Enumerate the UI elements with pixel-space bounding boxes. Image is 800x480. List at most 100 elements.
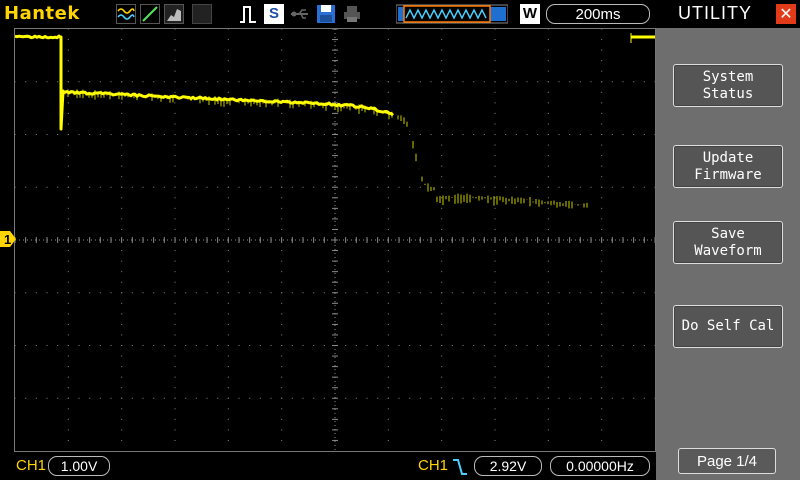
grid-dot xyxy=(271,292,272,293)
grid-dot xyxy=(228,50,229,51)
grid-dot xyxy=(281,229,282,230)
grid-dot xyxy=(36,398,37,399)
grid-dot xyxy=(292,398,293,399)
grid-dot xyxy=(601,145,602,146)
grid-dot xyxy=(441,155,442,156)
grid-dot xyxy=(228,187,229,188)
grid-dot xyxy=(153,134,154,135)
grid-dot xyxy=(601,123,602,124)
grid-dot xyxy=(356,187,357,188)
grid-dot xyxy=(164,398,165,399)
grid-dot xyxy=(495,345,496,346)
grid-dot xyxy=(281,250,282,251)
trigger-level-readout[interactable]: 2.92V xyxy=(474,456,542,476)
waveform-mode-icon[interactable] xyxy=(116,4,136,24)
grid-dot xyxy=(303,345,304,346)
timebase-readout[interactable]: 200ms xyxy=(546,4,650,24)
grid-dot xyxy=(121,187,122,188)
grid-dot xyxy=(388,419,389,420)
line-mode-icon[interactable] xyxy=(140,4,160,24)
s-icon[interactable]: S xyxy=(264,4,284,24)
grid-dot xyxy=(228,345,229,346)
save-waveform-button[interactable]: Save Waveform xyxy=(673,221,783,264)
grid-dot xyxy=(441,197,442,198)
grid-dot xyxy=(495,377,496,378)
grid-dot xyxy=(68,419,69,420)
save-disk-icon[interactable] xyxy=(316,4,336,24)
grid-dot xyxy=(68,229,69,230)
persist-icon[interactable] xyxy=(164,4,184,24)
trigger-run-icon[interactable] xyxy=(238,4,258,24)
grid-dot xyxy=(185,398,186,399)
grid-dot xyxy=(495,102,496,103)
grid-dot xyxy=(175,145,176,146)
grid-dot xyxy=(601,429,602,430)
grid-dot xyxy=(15,81,16,82)
grid-dot xyxy=(388,313,389,314)
grid-dot xyxy=(388,197,389,198)
grid-dot xyxy=(441,366,442,367)
grid-dot xyxy=(495,419,496,420)
grid-dot xyxy=(228,282,229,283)
grid-dot xyxy=(217,81,218,82)
grid-dot xyxy=(601,408,602,409)
grid-dot xyxy=(121,408,122,409)
grid-dot xyxy=(409,398,410,399)
grid-dot xyxy=(207,345,208,346)
grid-dot xyxy=(228,166,229,167)
grid-dot xyxy=(452,81,453,82)
grid-dot xyxy=(324,292,325,293)
grid-dot xyxy=(463,134,464,135)
waveform-display xyxy=(14,28,656,452)
grid-dot xyxy=(79,134,80,135)
ch1-ground-marker[interactable]: 1 xyxy=(0,229,16,249)
grid-dot xyxy=(175,271,176,272)
ch1-scale-readout[interactable]: 1.00V xyxy=(48,456,110,476)
close-icon[interactable]: ✕ xyxy=(776,4,796,24)
grid-dot xyxy=(228,71,229,72)
grid-dot xyxy=(239,81,240,82)
grid-dot xyxy=(121,377,122,378)
grid-dot xyxy=(484,187,485,188)
system-status-button[interactable]: System Status xyxy=(673,64,783,107)
grid-dot xyxy=(175,81,176,82)
grid-dot xyxy=(228,313,229,314)
grid-dot xyxy=(281,218,282,219)
grid-dot xyxy=(68,81,69,82)
grid-dot xyxy=(36,187,37,188)
page-indicator-button[interactable]: Page 1/4 xyxy=(678,448,776,474)
grid-dot xyxy=(377,187,378,188)
grid-dot xyxy=(441,92,442,93)
grid-dot xyxy=(548,29,549,30)
grid-dot xyxy=(68,282,69,283)
self-cal-button[interactable]: Do Self Cal xyxy=(673,305,783,348)
grid-dot xyxy=(228,398,229,399)
update-firmware-button[interactable]: Update Firmware xyxy=(673,145,783,188)
grid-dot xyxy=(281,282,282,283)
grid-dot xyxy=(495,229,496,230)
grid-dot xyxy=(569,398,570,399)
grid-dot xyxy=(537,345,538,346)
grid-dot xyxy=(495,429,496,430)
grid-dot xyxy=(303,187,304,188)
grid-dot xyxy=(623,81,624,82)
grid-dot xyxy=(68,197,69,198)
grid-dot xyxy=(111,292,112,293)
grid-dot xyxy=(409,134,410,135)
grid-dot xyxy=(548,292,549,293)
grid-dot xyxy=(121,176,122,177)
grid-dot xyxy=(495,187,496,188)
grid-dot xyxy=(281,345,282,346)
grid-dot xyxy=(441,145,442,146)
grid-dot xyxy=(580,292,581,293)
grid-dot xyxy=(655,81,656,82)
grid-dot xyxy=(303,292,304,293)
printer-icon[interactable] xyxy=(342,4,362,24)
grid-dot xyxy=(367,81,368,82)
grid-dot xyxy=(495,398,496,399)
grid-dot xyxy=(121,155,122,156)
grid-dot xyxy=(121,398,122,399)
grid-dot xyxy=(175,166,176,167)
grid-dot xyxy=(175,334,176,335)
grid-dot xyxy=(47,134,48,135)
